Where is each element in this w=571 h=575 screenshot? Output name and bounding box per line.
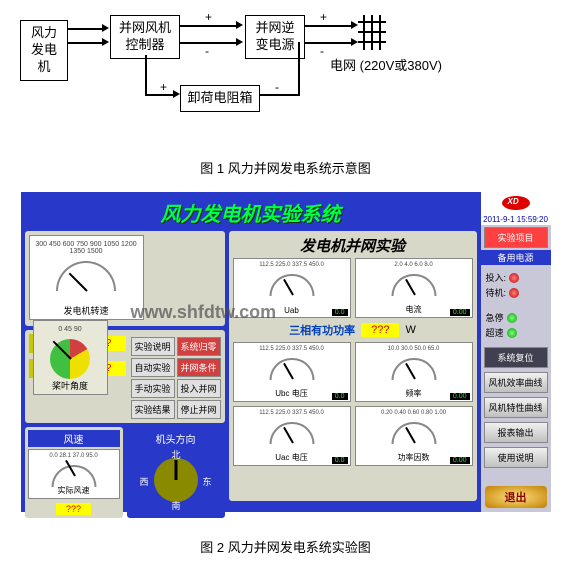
btn-eff-curve[interactable]: 风机效率曲线 [484,372,548,393]
light-standby [509,288,519,298]
btn-export[interactable]: 报表输出 [484,422,548,443]
hmi-title: 风力发电机实验系统 [25,196,477,231]
btn-cond[interactable]: 并网条件 [177,358,221,377]
hmi-screen: www.shfdtw.com 风力发电机实验系统 300 450 600 750… [21,192,551,512]
btn-connect[interactable]: 投入并网 [177,379,221,398]
btn-result[interactable]: 实验结果 [131,400,175,419]
compass: 北 南 东 西 [146,450,206,510]
wind-speed-panel: 风速 0.0 28.1 37.0 95.0 实际风速 ??? [25,427,123,518]
grid-label: 电网 (220V或380V) [330,55,442,74]
wind-value: ??? [56,503,91,515]
gen-title: 发电机并网实验 [233,235,473,258]
btn-sysreset[interactable]: 系统复位 [484,347,548,368]
minus-sign: - [205,44,209,58]
box-dump-load: 卸荷电阻箱 [180,85,260,112]
light-estop [507,313,517,323]
generator-panel: 发电机并网实验 112.5 225.0 337.5 450.0 Uab0.0 2… [229,231,477,501]
btn-project[interactable]: 实验项目 [484,227,548,248]
light-on [509,273,519,283]
hdr-backup: 备用电源 [481,250,551,265]
yaw-panel: 机头方向 北 南 东 西 [127,427,225,518]
caption-fig2: 图 2 风力并网发电系统实验图 [0,512,571,571]
box-controller: 并网风机 控制器 [110,15,180,59]
btn-desc[interactable]: 实验说明 [131,337,175,356]
gauge-uac: 112.5 225.0 337.5 450.0 Uac 电压0.0 [233,406,351,466]
logo [481,192,551,214]
btn-char-curve[interactable]: 风机特性曲线 [484,397,548,418]
rpm-gauge: 300 450 600 750 900 1050 1200 1350 1500 … [29,235,144,320]
btn-reset[interactable]: 系统归零 [177,337,221,356]
plus-sign: + [205,10,212,24]
sidebar: 2011-9-1 15:59:20 实验项目 备用电源 投入: 待机: 急停 超… [481,192,551,512]
block-diagram: 风力 发电机 并网风机 控制器 并网逆 变电源 卸荷电阻箱 + - + - 电网… [0,0,571,150]
btn-exit[interactable]: 退出 [485,486,547,508]
gauge-ubc: 112.5 225.0 337.5 450.0 Ubc 电压0.0 [233,342,351,402]
power-value: ??? [361,323,399,337]
btn-help[interactable]: 使用说明 [484,447,548,468]
gauge-current: 2.0 4.0 6.0 8.0 电流0.00 [355,258,473,318]
box-wind-generator: 风力 发电机 [20,20,68,81]
light-overspeed [507,328,517,338]
gauge-uab: 112.5 225.0 337.5 450.0 Uab0.0 [233,258,351,318]
power-label: 三相有功功率 [289,322,355,338]
btn-auto[interactable]: 自动实验 [131,358,175,377]
gauge-pf: 0.20 0.40 0.60 0.80 1.00 功率因数0.00 [355,406,473,466]
btn-stop[interactable]: 停止并网 [177,400,221,419]
power-unit: W [405,324,415,336]
wind-gauge: 0.0 28.1 37.0 95.0 实际风速 [28,449,120,499]
datetime: 2011-9-1 15:59:20 [481,214,551,225]
box-inverter: 并网逆 变电源 [245,15,305,59]
rpm-panel: 300 450 600 750 900 1050 1200 1350 1500 … [25,231,225,326]
gauge-freq: 10.0 30.0 50.0 65.0 频率0.00 [355,342,473,402]
blade-angle-gauge: 0 45 90 桨叶角度 [33,320,108,395]
caption-fig1: 图 1 风力并网发电系统示意图 [0,150,571,192]
btn-manual[interactable]: 手动实验 [131,379,175,398]
